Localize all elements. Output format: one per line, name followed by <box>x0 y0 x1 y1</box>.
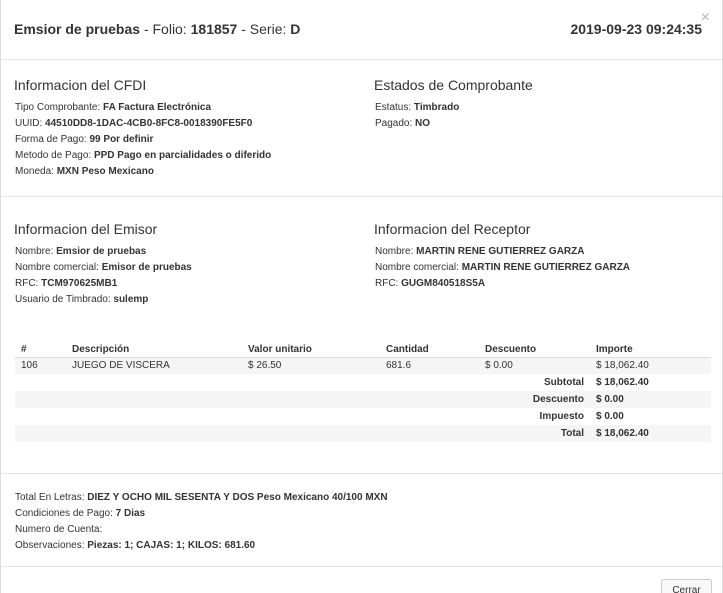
emisor-field: Usuario de Timbrado: sulemp <box>15 294 149 305</box>
receptor-field: Nombre comercial: MARTIN RENE GUTIERREZ … <box>375 262 631 273</box>
item-unit-price: $ 26.50 <box>242 357 380 374</box>
subtotal-value: $ 18,062.40 <box>596 377 649 388</box>
receptor-section-title: Informacion del Receptor <box>374 221 531 237</box>
total-label: Total <box>15 425 590 442</box>
amount-in-words: Total En Letras: DIEZ Y OCHO MIL SESENTA… <box>15 492 388 503</box>
item-quantity: 681.6 <box>380 357 479 374</box>
payment-terms: Condiciones de Pago: 7 Dias <box>15 508 146 519</box>
cfdi-field: Forma de Pago: 99 Por definir <box>15 134 154 145</box>
emisor-name: Emsior de pruebas <box>14 21 141 37</box>
column-header: Descuento <box>479 340 590 358</box>
estados-section-title: Estados de Comprobante <box>374 77 533 93</box>
column-header: Descripción <box>66 340 242 358</box>
close-icon[interactable]: × <box>701 10 710 26</box>
discount-value: $ 0.00 <box>590 391 711 408</box>
emisor-field: Nombre: Emsior de pruebas <box>15 246 147 257</box>
cfdi-field: Metodo de Pago: PPD Pago en parcialidade… <box>15 150 272 161</box>
observations: Observaciones: Piezas: 1; CAJAS: 1; KILO… <box>15 540 256 551</box>
totals-row: Impuesto $ 0.00 <box>15 408 711 425</box>
cfdi-section-title: Informacion del CFDI <box>14 77 147 93</box>
receptor-field: Nombre: MARTIN RENE GUTIERREZ GARZA <box>375 246 585 257</box>
tax-value: $ 0.00 <box>596 411 624 422</box>
item-description: JUEGO DE VISCERA <box>66 357 242 374</box>
column-header: # <box>15 340 66 358</box>
invoice-datetime: 2019-09-23 09:24:35 <box>570 21 702 37</box>
estados-field: Estatus: Timbrado <box>375 102 460 113</box>
emisor-section-title: Informacion del Emisor <box>14 221 158 237</box>
modal-header: Emsior de pruebas - Folio: 181857 - Seri… <box>1 0 722 60</box>
divider <box>1 196 722 197</box>
cfdi-field: Tipo Comprobante: FA Factura Electrónica <box>15 102 212 113</box>
divider <box>1 473 722 474</box>
emisor-field: Nombre comercial: Emisor de pruebas <box>15 262 192 273</box>
emisor-field: RFC: TCM970625MB1 <box>15 278 118 289</box>
subtotal-label: Subtotal <box>544 377 584 388</box>
invoice-detail-modal: Emsior de pruebas - Folio: 181857 - Seri… <box>0 0 723 593</box>
column-header: Cantidad <box>380 340 479 358</box>
tax-label: Impuesto <box>539 411 584 422</box>
column-header: Valor unitario <box>242 340 380 358</box>
table-header-row: # Descripción Valor unitario Cantidad De… <box>15 340 711 358</box>
total-value: $ 18,062.40 <box>590 425 711 442</box>
folio-value: 181857 <box>190 21 238 37</box>
receptor-info: Nombre: MARTIN RENE GUTIERREZ GARZA Nomb… <box>375 244 630 292</box>
items-table: # Descripción Valor unitario Cantidad De… <box>15 340 711 442</box>
serie-value: D <box>290 21 301 37</box>
receptor-field: RFC: GUGM840518S5A <box>375 278 486 289</box>
cfdi-field: Moneda: MXN Peso Mexicano <box>15 166 154 177</box>
divider <box>1 566 722 567</box>
table-row: 106 JUEGO DE VISCERA $ 26.50 681.6 $ 0.0… <box>15 357 711 374</box>
modal-title: Emsior de pruebas - Folio: 181857 - Seri… <box>14 21 301 37</box>
item-number: 106 <box>15 357 66 374</box>
discount-label: Descuento <box>15 391 590 408</box>
cfdi-info: Tipo Comprobante: FA Factura Electrónica… <box>15 100 271 180</box>
payment-info: Total En Letras: DIEZ Y OCHO MIL SESENTA… <box>15 490 388 554</box>
item-amount: $ 18,062.40 <box>590 357 711 374</box>
cfdi-field: UUID: 44510DD8-1DAC-4CB0-8FC8-0018390FE5… <box>15 118 253 129</box>
totals-row: Total $ 18,062.40 <box>15 425 711 442</box>
folio-label: Folio: <box>152 21 187 37</box>
item-discount: $ 0.00 <box>479 357 590 374</box>
emisor-info: Nombre: Emsior de pruebas Nombre comerci… <box>15 244 192 308</box>
estados-field: Pagado: NO <box>375 118 431 129</box>
totals-row: Subtotal $ 18,062.40 <box>15 374 711 391</box>
serie-label: Serie: <box>249 21 287 37</box>
totals-row: Descuento $ 0.00 <box>15 391 711 408</box>
account-number: Numero de Cuenta: <box>15 524 103 535</box>
estados-info: Estatus: Timbrado Pagado: NO <box>375 100 459 132</box>
close-button[interactable]: Cerrar <box>661 579 712 593</box>
column-header: Importe <box>590 340 711 358</box>
